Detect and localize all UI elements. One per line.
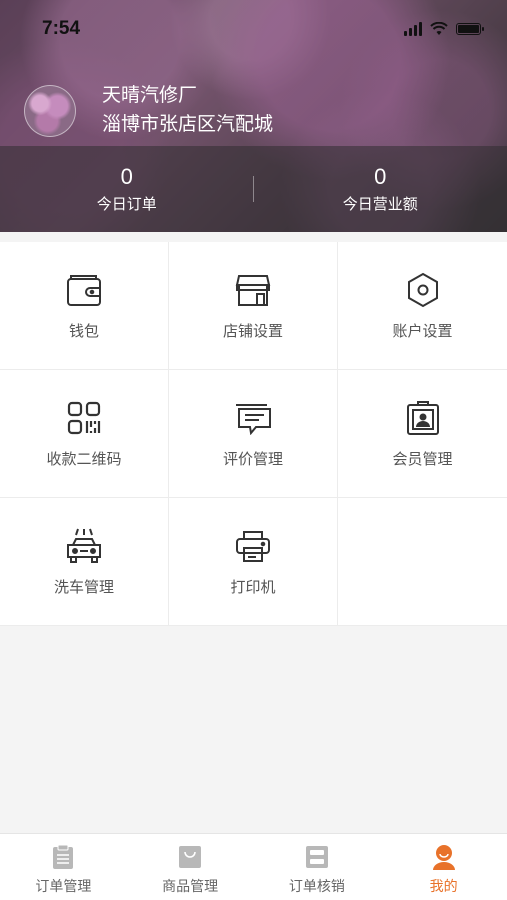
car-wash-icon — [64, 526, 104, 566]
clipboard-icon — [50, 844, 76, 870]
tab-mine[interactable]: 我的 — [380, 834, 507, 900]
menu-item-member-management[interactable]: 会员管理 — [338, 370, 507, 498]
stat-value: 0 — [120, 164, 133, 189]
menu-item-label: 店铺设置 — [222, 323, 283, 340]
menu-item-label: 打印机 — [230, 579, 276, 596]
status-bar: 7:54 — [0, 0, 507, 60]
empty-cell — [338, 498, 507, 626]
tab-order-management[interactable]: 订单管理 — [0, 834, 127, 900]
tab-product-management[interactable]: 商品管理 — [127, 834, 254, 900]
menu-item-car-wash[interactable]: 洗车管理 — [0, 498, 169, 626]
tab-label: 订单管理 — [35, 878, 92, 894]
printer-icon — [233, 526, 273, 566]
stat-today-revenue[interactable]: 0 今日营业额 — [254, 146, 507, 232]
tab-label: 商品管理 — [162, 878, 219, 894]
menu-item-account-settings[interactable]: 账户设置 — [338, 242, 507, 370]
hexagon-settings-icon — [403, 270, 443, 310]
menu-item-printer[interactable]: 打印机 — [169, 498, 338, 626]
wallet-icon — [64, 270, 104, 310]
member-badge-icon — [403, 398, 443, 438]
scan-verify-icon — [304, 844, 330, 870]
menu-item-label: 收款二维码 — [46, 451, 122, 468]
battery-icon — [456, 23, 484, 35]
user-icon — [431, 844, 457, 870]
menu-item-wallet[interactable]: 钱包 — [0, 242, 169, 370]
today-stats: 0 今日订单 0 今日营业额 — [0, 146, 507, 232]
shop-name: 天晴汽修厂 — [102, 85, 198, 106]
qr-code-icon — [64, 398, 104, 438]
menu-item-label: 评价管理 — [222, 451, 283, 468]
wifi-icon — [430, 22, 448, 35]
shop-address: 淄博市张店区汽配城 — [102, 114, 274, 135]
bottom-tab-bar: 订单管理 商品管理 订单核销 我的 — [0, 833, 507, 900]
stat-label: 今日订单 — [96, 196, 157, 213]
shopping-bag-icon — [177, 844, 203, 870]
menu-item-store-settings[interactable]: 店铺设置 — [169, 242, 338, 370]
stat-value: 0 — [374, 164, 387, 189]
shop-profile[interactable]: 天晴汽修厂 淄博市张店区汽配城 — [24, 82, 273, 140]
profile-header: 7:54 天晴汽修厂 淄博市张店区汽配城 0 今日订单 0 今日营业额 — [0, 0, 507, 232]
cellular-signal-icon — [404, 22, 422, 36]
tab-label: 我的 — [429, 878, 458, 894]
avatar[interactable] — [24, 85, 76, 137]
menu-item-label: 会员管理 — [392, 451, 453, 468]
stat-today-orders[interactable]: 0 今日订单 — [0, 146, 254, 232]
store-icon — [233, 270, 273, 310]
divider — [253, 176, 254, 202]
tab-label: 订单核销 — [288, 878, 345, 894]
status-time: 7:54 — [42, 18, 81, 39]
stat-label: 今日营业额 — [342, 196, 418, 213]
feature-grid: 钱包 店铺设置 账户设置 收款二维码 评价管理 会员管理 洗车管理 打印机 — [0, 242, 507, 626]
menu-item-review-management[interactable]: 评价管理 — [169, 370, 338, 498]
menu-item-label: 账户设置 — [392, 323, 453, 340]
menu-item-label: 钱包 — [68, 323, 99, 340]
tab-order-verification[interactable]: 订单核销 — [254, 834, 381, 900]
review-message-icon — [233, 398, 273, 438]
menu-item-payment-qr[interactable]: 收款二维码 — [0, 370, 169, 498]
menu-item-label: 洗车管理 — [53, 579, 114, 596]
